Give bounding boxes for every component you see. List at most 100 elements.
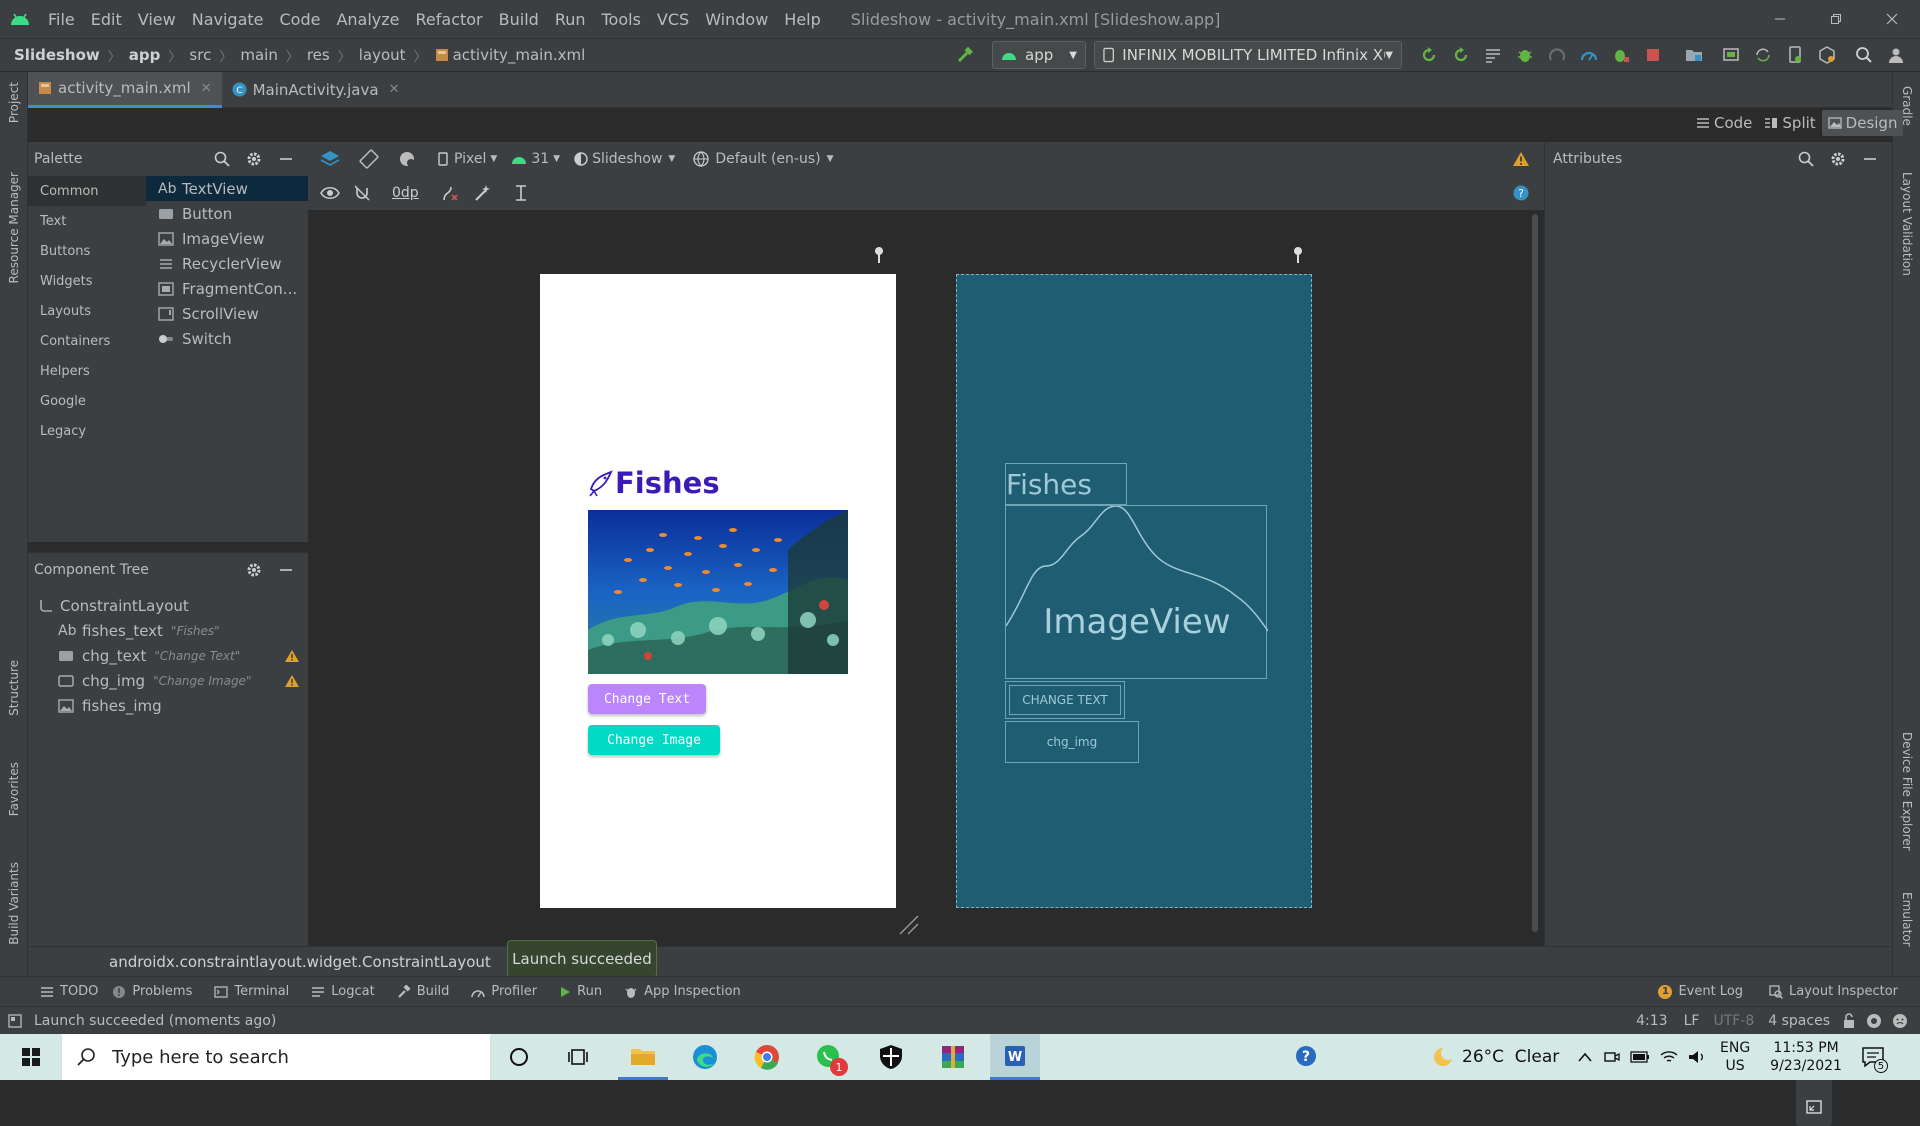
tool-run-button[interactable]: Run (559, 984, 602, 999)
zoom-to-fit-button[interactable] (1796, 1090, 1832, 1124)
notification-center-icon[interactable]: 5 (1862, 1047, 1888, 1073)
autoconnect-off-icon[interactable] (349, 180, 375, 206)
project-structure-icon[interactable] (1681, 42, 1707, 68)
preview-title-row[interactable]: Fishes (588, 466, 720, 500)
design-preview-phone[interactable]: Fishes Change Text Change Image (540, 274, 896, 908)
mode-design-button[interactable]: Design (1821, 110, 1904, 136)
search-icon[interactable] (1793, 146, 1819, 172)
blueprint-chg-img-box[interactable]: chg_img (1005, 721, 1139, 763)
palette-category[interactable]: Legacy (28, 416, 146, 446)
wifi-icon[interactable] (1660, 1050, 1678, 1064)
device-combo[interactable]: INFINIX MOBILITY LIMITED Infinix X62 ▼ (1094, 41, 1402, 69)
status-toggle-icon[interactable] (8, 1013, 22, 1028)
tree-node[interactable]: chg_text "Change Text" (28, 643, 308, 668)
tray-chevron-up-icon[interactable] (1578, 1052, 1592, 1062)
make-project-icon[interactable] (952, 42, 978, 68)
tab-activity-main[interactable]: activity_main.xml ✕ (28, 71, 222, 108)
avd-manager-icon[interactable] (1718, 42, 1744, 68)
line-separator[interactable]: LF (1684, 1013, 1700, 1029)
logcat-icon[interactable] (1480, 42, 1506, 68)
tree-node[interactable]: fishes_img (28, 693, 308, 718)
blueprint-change-text-box[interactable]: CHANGE TEXT (1005, 681, 1125, 719)
minimize-panel-icon[interactable] (273, 557, 299, 583)
breadcrumb-res[interactable]: res (307, 46, 330, 64)
tool-layout-inspector-button[interactable]: Layout Inspector (1769, 984, 1898, 999)
gear-icon[interactable] (1825, 146, 1851, 172)
palette-item-imageview[interactable]: ImageView (146, 226, 308, 251)
profiler-gauge-icon[interactable] (1576, 42, 1602, 68)
account-icon[interactable] (1883, 42, 1909, 68)
file-explorer-icon[interactable] (618, 1034, 668, 1080)
default-margin-value[interactable]: 0dp (388, 185, 423, 201)
palette-item-textview[interactable]: Ab TextView (146, 176, 308, 201)
breadcrumb-main[interactable]: main (240, 46, 277, 64)
whatsapp-icon[interactable]: 1 (804, 1034, 854, 1080)
palette-item-recyclerview[interactable]: RecyclerView (146, 251, 308, 276)
user-face-icon[interactable] (1892, 1013, 1908, 1029)
cursor-position[interactable]: 4:13 (1636, 1013, 1667, 1029)
menu-help[interactable]: Help (776, 10, 828, 29)
infer-constraints-icon[interactable] (469, 180, 495, 206)
menu-refactor[interactable]: Refactor (408, 10, 491, 29)
tool-favorites[interactable]: Favorites (7, 762, 21, 816)
help-icon[interactable]: ? (1508, 180, 1534, 206)
night-mode-icon[interactable] (395, 146, 421, 172)
menu-tools[interactable]: Tools (594, 10, 649, 29)
canvas-scrollbar[interactable] (1532, 214, 1538, 932)
palette-category[interactable]: Widgets (28, 266, 146, 296)
gear-icon[interactable] (241, 146, 267, 172)
locale-dropdown[interactable]: Default (en-us) ▼ (693, 151, 834, 167)
tool-terminal-button[interactable]: Terminal (214, 984, 289, 999)
resize-handle-icon[interactable] (898, 914, 920, 936)
clock[interactable]: 11:53 PM 9/23/2021 (1770, 1039, 1842, 1075)
windows-start-icon[interactable] (6, 1034, 56, 1080)
language-indicator[interactable]: ENG US (1720, 1039, 1750, 1075)
tree-node[interactable]: chg_img "Change Image" (28, 668, 308, 693)
blueprint-title-box[interactable]: Fishes (1005, 463, 1127, 505)
taskbar-search-box[interactable]: Type here to search (62, 1034, 490, 1080)
apply-code-changes-icon[interactable] (1448, 42, 1474, 68)
theme-dropdown[interactable]: Slideshow ▼ (574, 151, 675, 167)
minimize-panel-icon[interactable] (273, 146, 299, 172)
run-config-combo[interactable]: app ▼ (992, 41, 1086, 69)
minimize-panel-icon[interactable] (1857, 146, 1883, 172)
word-icon[interactable]: W (990, 1034, 1040, 1080)
stop-icon[interactable] (1640, 42, 1666, 68)
component-path[interactable]: androidx.constraintlayout.widget.Constra… (109, 953, 491, 971)
warning-icon[interactable] (284, 674, 300, 688)
tool-emulator[interactable]: Emulator (1900, 892, 1914, 947)
menu-run[interactable]: Run (547, 10, 594, 29)
palette-category[interactable]: Buttons (28, 236, 146, 266)
file-encoding[interactable]: UTF-8 (1713, 1013, 1754, 1029)
tool-event-log-button[interactable]: 1 Event Log (1658, 984, 1743, 999)
pin-icon[interactable] (872, 246, 886, 264)
task-view-icon[interactable] (554, 1034, 604, 1080)
tree-node-root[interactable]: ConstraintLayout (28, 593, 308, 618)
menu-edit[interactable]: Edit (83, 10, 130, 29)
palette-category[interactable]: Layouts (28, 296, 146, 326)
security-shield-icon[interactable] (866, 1034, 916, 1080)
attach-debugger-icon[interactable] (1608, 42, 1634, 68)
api-dropdown[interactable]: 31 ▼ (511, 151, 560, 167)
close-icon[interactable]: ✕ (201, 81, 212, 96)
tab-main-activity[interactable]: C MainActivity.java ✕ (222, 72, 410, 108)
eye-icon[interactable] (317, 180, 343, 206)
palette-category[interactable]: Containers (28, 326, 146, 356)
tool-structure[interactable]: Structure (7, 660, 21, 716)
tool-problems-button[interactable]: Problems (112, 984, 192, 999)
palette-item-button[interactable]: Button (146, 201, 308, 226)
apply-changes-icon[interactable] (1416, 42, 1442, 68)
palette-item-switch[interactable]: Switch (146, 326, 308, 351)
palette-category[interactable]: Google (28, 386, 146, 416)
tool-todo-button[interactable]: TODO (40, 984, 98, 999)
lock-icon[interactable] (1842, 1012, 1856, 1029)
menu-window[interactable]: Window (697, 10, 776, 29)
memory-indicator-icon[interactable] (1866, 1013, 1882, 1029)
close-icon[interactable]: ✕ (389, 82, 400, 97)
device-dropdown[interactable]: Pixel ▼ (438, 151, 497, 167)
warning-icon[interactable] (1508, 146, 1534, 172)
menu-file[interactable]: File (40, 10, 83, 29)
tool-device-file-explorer[interactable]: Device File Explorer (1900, 732, 1914, 851)
tool-profiler-button[interactable]: Profiler (471, 984, 537, 999)
design-surface-icon[interactable] (317, 146, 343, 172)
